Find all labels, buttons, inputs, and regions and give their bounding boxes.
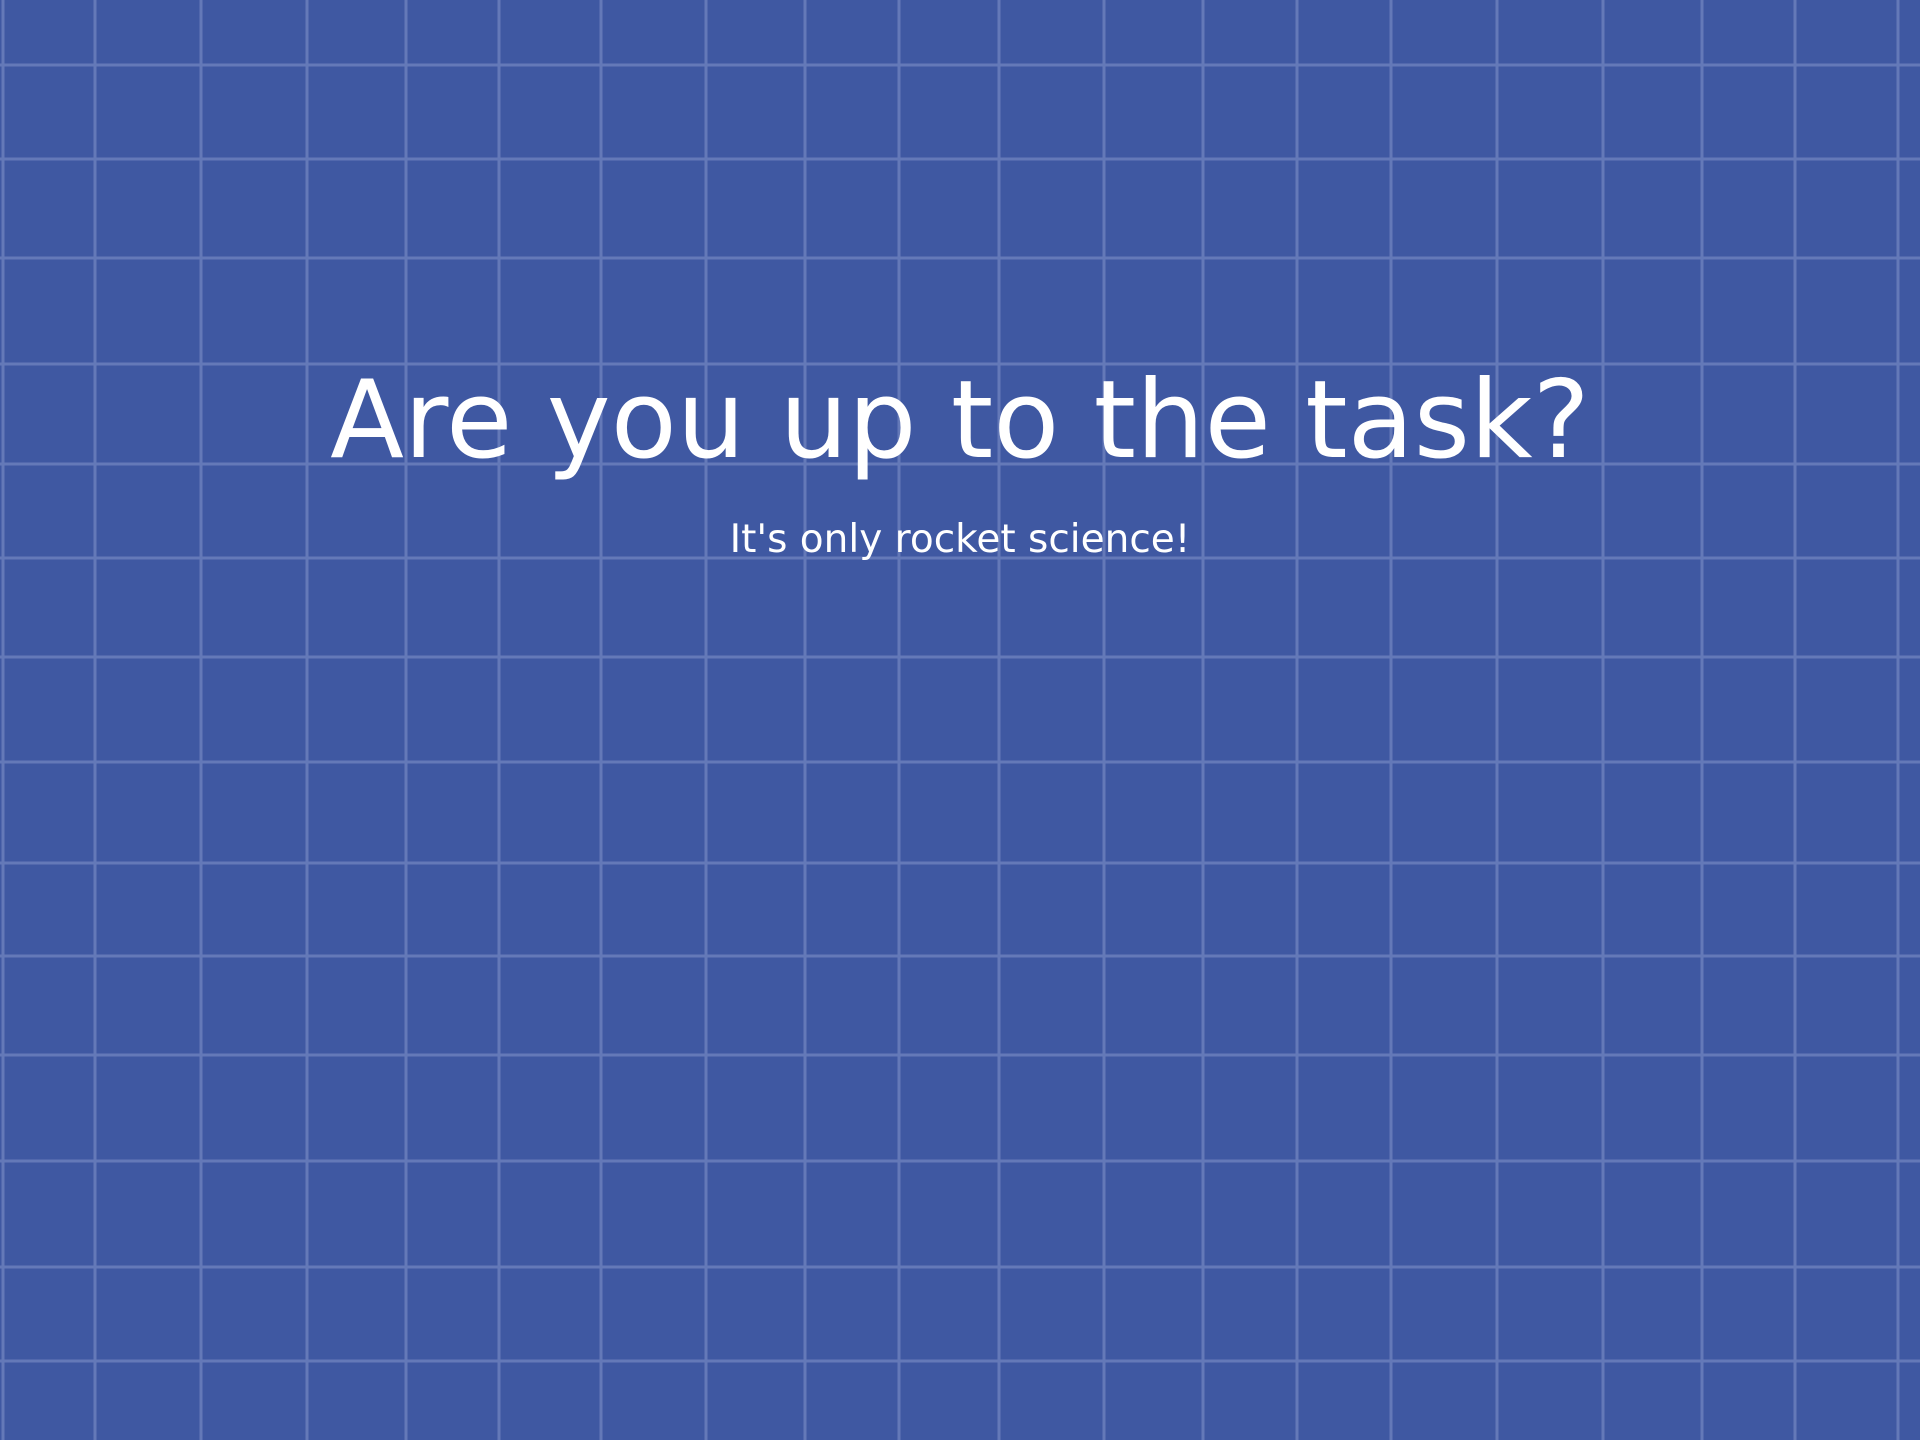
background-grid: [0, 0, 1920, 1440]
grid-horizontal-lines: [0, 63, 1920, 1363]
grid-vertical-lines: [1, 0, 1900, 1440]
page-title: Are you up to the task?: [330, 358, 1590, 483]
page-subtitle: It's only rocket science!: [729, 517, 1191, 562]
